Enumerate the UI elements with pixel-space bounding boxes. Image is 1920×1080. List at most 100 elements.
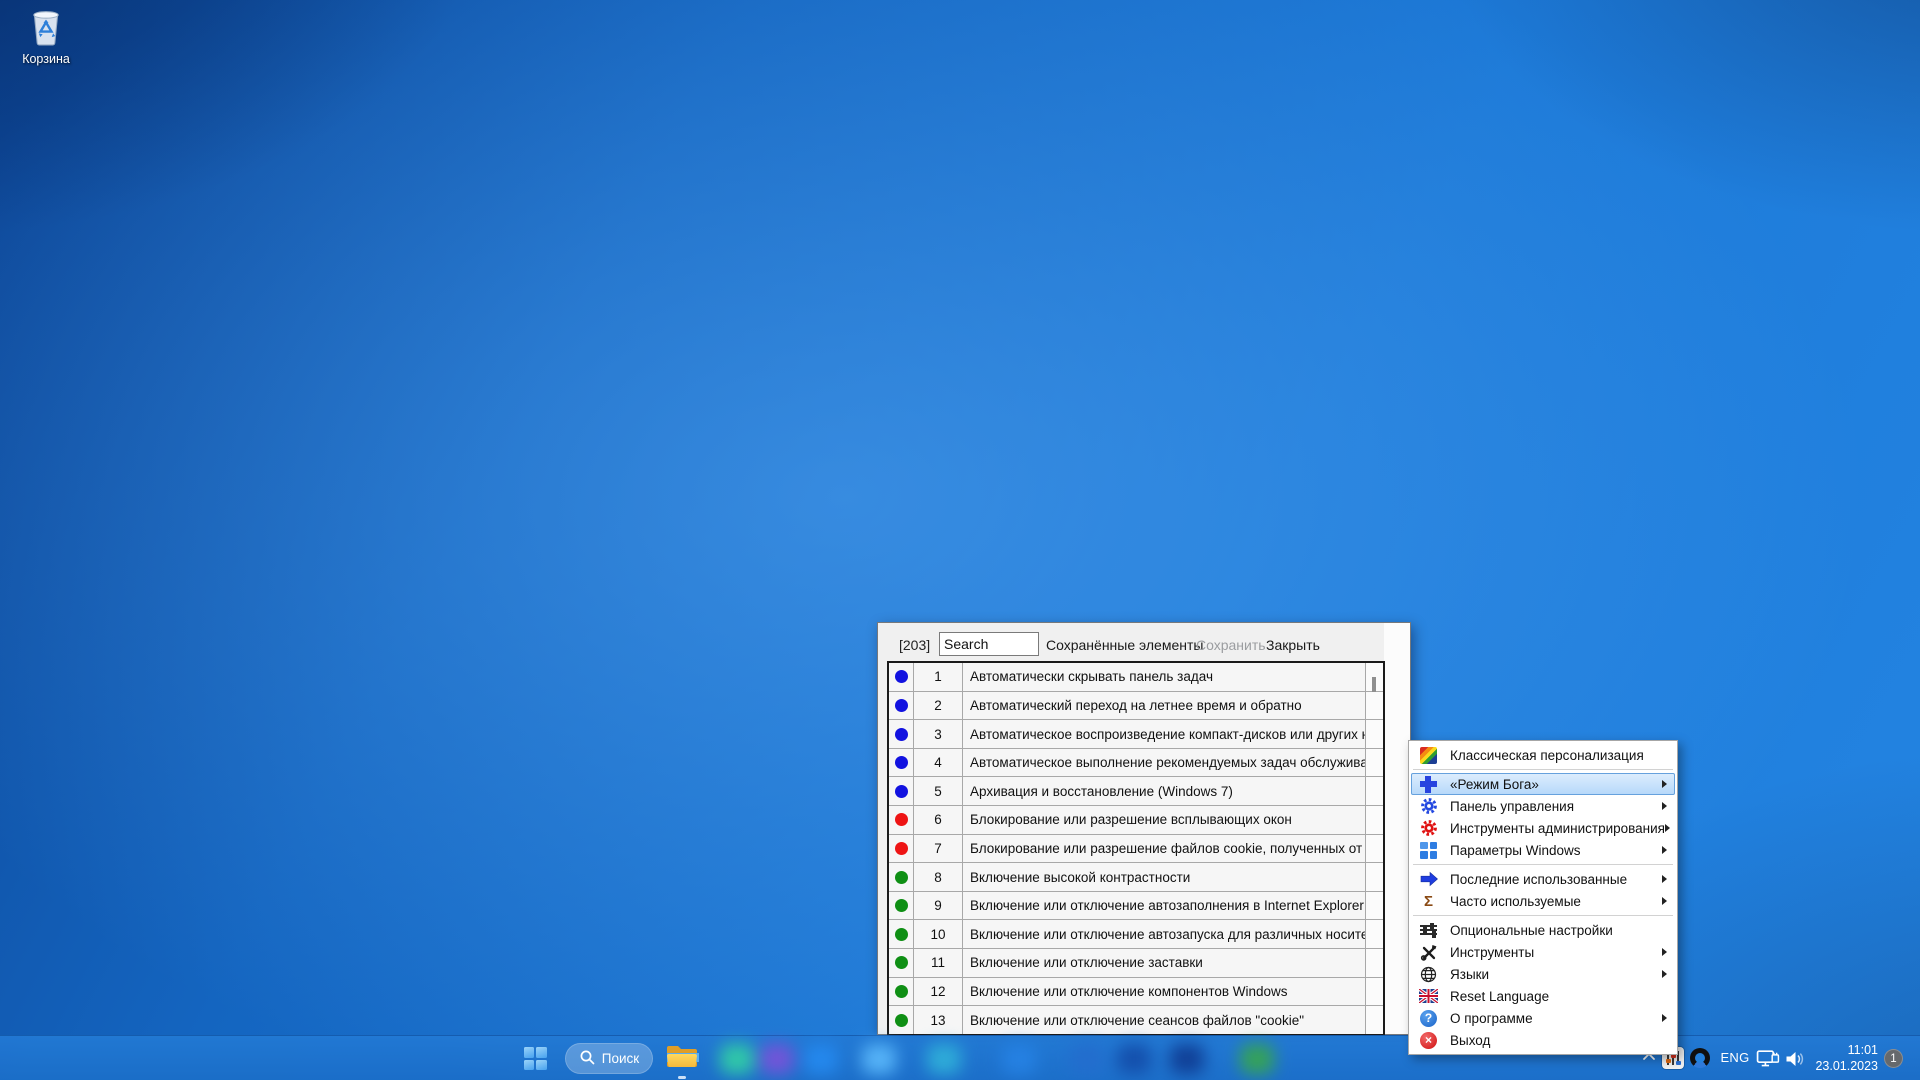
status-dot bbox=[895, 871, 908, 884]
list-item[interactable]: 12 Включение или отключение компонентов … bbox=[889, 978, 1383, 1007]
menu-item-label: Инструменты bbox=[1442, 945, 1662, 960]
menu-item-label: Последние использованные bbox=[1442, 872, 1662, 887]
recycle-bin-label: Корзина bbox=[10, 52, 82, 66]
list-scrollbar[interactable] bbox=[1366, 835, 1383, 863]
list-item[interactable]: 5 Архивация и восстановление (Windows 7) bbox=[889, 777, 1383, 806]
status-dot bbox=[895, 699, 908, 712]
menu-item[interactable]: Параметры Windows bbox=[1411, 839, 1675, 861]
clock[interactable]: 11:01 23.01.2023 bbox=[1800, 1042, 1878, 1074]
menu-separator bbox=[1413, 915, 1673, 916]
list-scrollbar[interactable] bbox=[1366, 692, 1383, 720]
item-number: 10 bbox=[914, 920, 963, 948]
menu-item[interactable]: Опциональные настройки bbox=[1411, 919, 1675, 941]
list-item[interactable]: 8 Включение высокой контрастности bbox=[889, 863, 1383, 892]
file-explorer-button[interactable] bbox=[662, 1040, 702, 1077]
status-dot bbox=[895, 985, 908, 998]
settings-list: 1 Автоматически скрывать панель задач 2 … bbox=[889, 663, 1383, 1034]
item-number: 1 bbox=[914, 663, 963, 691]
list-scrollbar[interactable] bbox=[1366, 720, 1383, 748]
menu-item[interactable]: ? О программе bbox=[1411, 1007, 1675, 1029]
list-item[interactable]: 2 Автоматический переход на летнее время… bbox=[889, 692, 1383, 721]
network-monitor-icon[interactable] bbox=[1756, 1048, 1780, 1069]
menu-item[interactable]: «Режим Бога» bbox=[1411, 773, 1675, 795]
list-item[interactable]: 6 Блокирование или разрешение всплывающи… bbox=[889, 806, 1383, 835]
menu-item-label: Часто используемые bbox=[1442, 894, 1662, 909]
item-number: 9 bbox=[914, 892, 963, 920]
status-dot-cell bbox=[889, 692, 914, 720]
list-scrollbar[interactable] bbox=[1366, 892, 1383, 920]
menu-item-label: Языки bbox=[1442, 967, 1662, 982]
list-scrollbar[interactable] bbox=[1366, 1006, 1383, 1034]
list-scrollbar[interactable] bbox=[1366, 949, 1383, 977]
submenu-arrow-icon bbox=[1662, 846, 1667, 854]
item-number: 12 bbox=[914, 978, 963, 1006]
frequent-sigma-icon: Σ bbox=[1415, 894, 1442, 909]
menu-item[interactable]: Последние использованные bbox=[1411, 868, 1675, 890]
menu-item-label: Reset Language bbox=[1442, 989, 1662, 1004]
list-scrollbar[interactable] bbox=[1366, 749, 1383, 777]
taskbar-search[interactable]: Поиск bbox=[565, 1043, 653, 1074]
status-dot bbox=[895, 842, 908, 855]
list-item[interactable]: 1 Автоматически скрывать панель задач bbox=[889, 663, 1383, 692]
menu-item-label: Инструменты администрирования bbox=[1442, 821, 1665, 836]
item-text: Блокирование или разрешение всплывающих … bbox=[963, 806, 1366, 834]
item-number: 2 bbox=[914, 692, 963, 720]
status-dot bbox=[895, 1014, 908, 1027]
personalization-icon bbox=[1415, 747, 1442, 764]
status-dot-cell bbox=[889, 892, 914, 920]
languages-globe-icon bbox=[1415, 966, 1442, 983]
list-item[interactable]: 4 Автоматическое выполнение рекомендуемы… bbox=[889, 749, 1383, 778]
saved-items-button[interactable]: Сохранённые элементы bbox=[1046, 637, 1203, 653]
status-dot-cell bbox=[889, 749, 914, 777]
item-number: 8 bbox=[914, 863, 963, 891]
list-scrollbar[interactable] bbox=[1366, 663, 1383, 691]
menu-item[interactable]: Σ Часто используемые bbox=[1411, 890, 1675, 912]
item-text: Включение или отключение автозаполнения … bbox=[963, 892, 1366, 920]
menu-item[interactable]: Инструменты администрирования bbox=[1411, 817, 1675, 839]
list-scrollbar[interactable] bbox=[1366, 920, 1383, 948]
menu-item-label: Параметры Windows bbox=[1442, 843, 1662, 858]
item-text: Включение или отключение заставки bbox=[963, 949, 1366, 977]
search-input[interactable] bbox=[939, 632, 1039, 656]
menu-item[interactable]: Панель управления bbox=[1411, 795, 1675, 817]
status-dot bbox=[895, 956, 908, 969]
start-button[interactable] bbox=[516, 1040, 554, 1077]
list-item[interactable]: 3 Автоматическое воспроизведение компакт… bbox=[889, 720, 1383, 749]
language-indicator[interactable]: ENG bbox=[1716, 1050, 1754, 1065]
menu-separator bbox=[1413, 864, 1673, 865]
list-item[interactable]: 10 Включение или отключение автозапуска … bbox=[889, 920, 1383, 949]
list-scrollbar[interactable] bbox=[1366, 978, 1383, 1006]
menu-item-label: О программе bbox=[1442, 1011, 1662, 1026]
list-scrollbar[interactable] bbox=[1366, 863, 1383, 891]
recycle-bin-shortcut[interactable]: Корзина bbox=[10, 6, 82, 66]
menu-item[interactable]: Классическая персонализация bbox=[1411, 744, 1675, 766]
submenu-arrow-icon bbox=[1662, 875, 1667, 883]
item-number: 6 bbox=[914, 806, 963, 834]
item-text: Автоматическое выполнение рекомендуемых … bbox=[963, 749, 1366, 777]
save-button[interactable]: Сохранить bbox=[1196, 637, 1266, 653]
menu-item[interactable]: Инструменты bbox=[1411, 941, 1675, 963]
item-number: 7 bbox=[914, 835, 963, 863]
ring-tray-icon[interactable] bbox=[1690, 1048, 1710, 1068]
desktop-wallpaper: Корзина [203] Сохранённые элементы Сохра… bbox=[0, 0, 1920, 1080]
menu-item-label: Панель управления bbox=[1442, 799, 1662, 814]
list-item[interactable]: 7 Блокирование или разрешение файлов coo… bbox=[889, 835, 1383, 864]
menu-item-label: Опциональные настройки bbox=[1442, 923, 1662, 938]
item-text: Архивация и восстановление (Windows 7) bbox=[963, 777, 1366, 805]
status-dot bbox=[895, 899, 908, 912]
list-scrollbar[interactable] bbox=[1366, 806, 1383, 834]
menu-item-label: «Режим Бога» bbox=[1442, 777, 1662, 792]
menu-item[interactable]: Reset Language bbox=[1411, 985, 1675, 1007]
list-item[interactable]: 11 Включение или отключение заставки bbox=[889, 949, 1383, 978]
list-item[interactable]: 9 Включение или отключение автозаполнени… bbox=[889, 892, 1383, 921]
item-number: 4 bbox=[914, 749, 963, 777]
status-dot-cell bbox=[889, 777, 914, 805]
menu-item[interactable]: × Выход bbox=[1411, 1029, 1675, 1051]
list-scrollbar[interactable] bbox=[1366, 777, 1383, 805]
menu-item[interactable]: Языки bbox=[1411, 963, 1675, 985]
list-item[interactable]: 13 Включение или отключение сеансов файл… bbox=[889, 1006, 1383, 1034]
close-button[interactable]: Закрыть bbox=[1266, 637, 1320, 653]
item-number: 11 bbox=[914, 949, 963, 977]
item-number: 13 bbox=[914, 1006, 963, 1034]
notification-badge[interactable]: 1 bbox=[1884, 1049, 1903, 1068]
